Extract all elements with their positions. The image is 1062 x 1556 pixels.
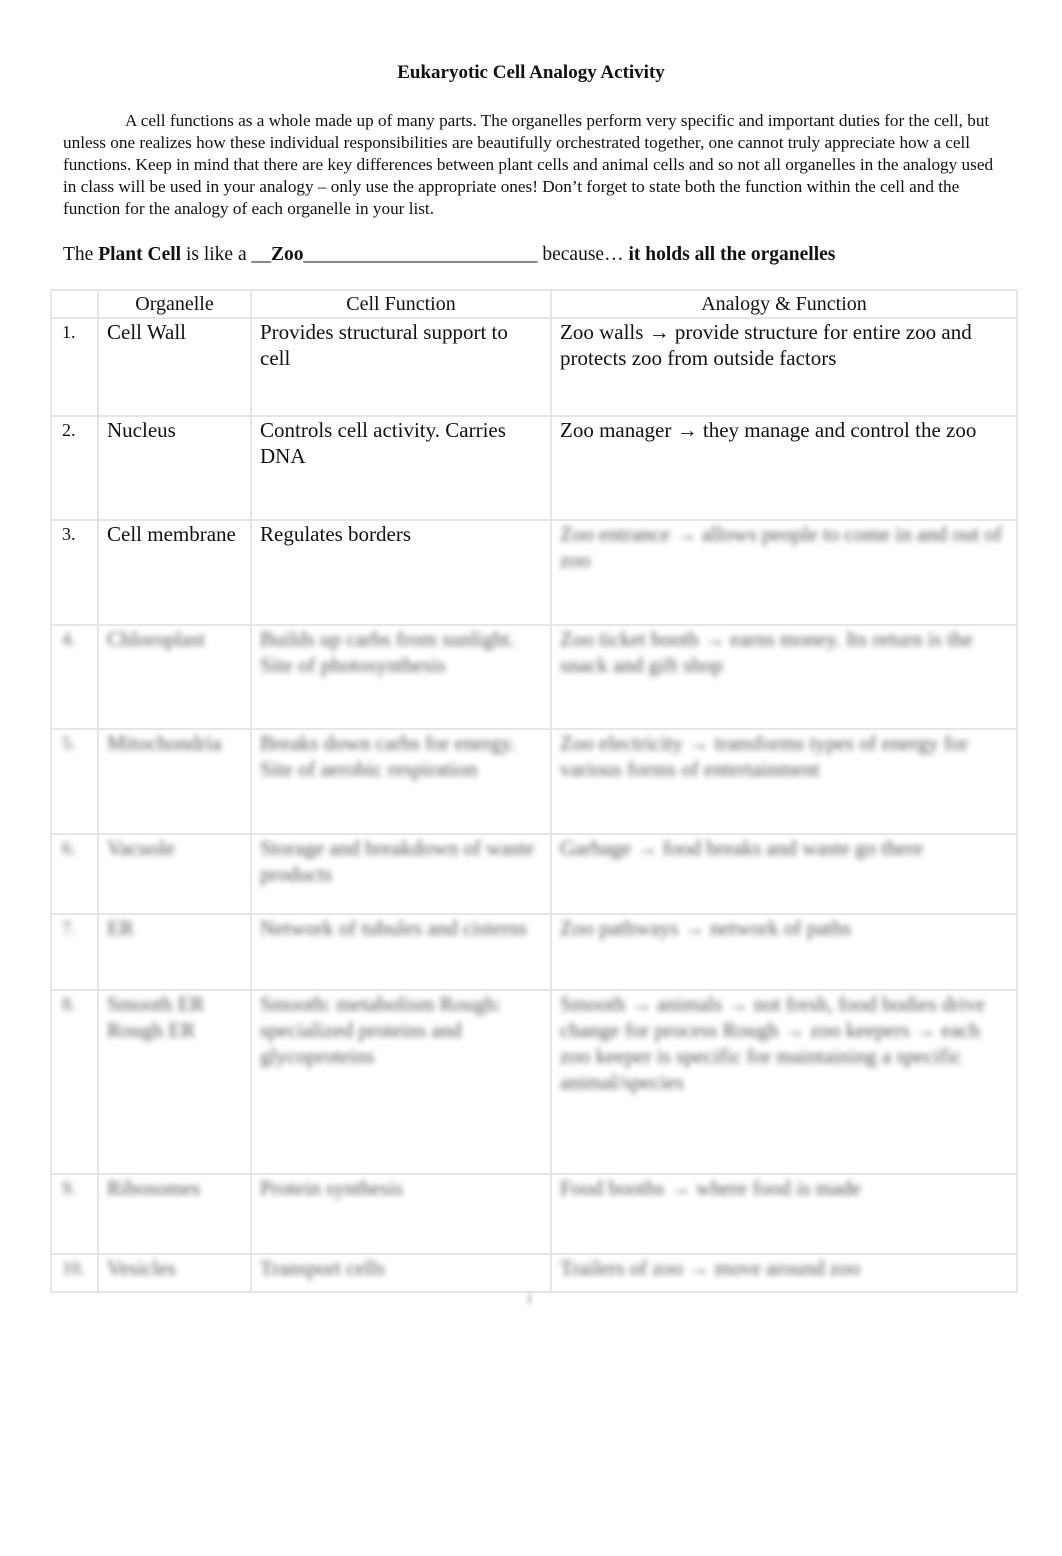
organelle-cell: Vacuole	[97, 833, 252, 915]
cell-function-cell: Network of tubules and cisterns	[250, 913, 552, 991]
row-number: 7.	[50, 913, 99, 991]
cell-function-cell: Storage and breakdown of waste products	[250, 833, 552, 915]
document-page: Eukaryotic Cell Analogy Activity A cell …	[0, 0, 1062, 1556]
analogy-cell: Trailers of zoo → move around zoo	[550, 1253, 1018, 1293]
header-number	[50, 289, 99, 319]
table-row: 8. Smooth ER Rough ER Smooth: metabolism R…	[50, 989, 1018, 1175]
organelle-cell: Mitochondria	[97, 728, 252, 835]
intro-paragraph: A cell functions as a whole made up of m…	[63, 111, 994, 218]
table-row: 1. Cell Wall Provides structural support t…	[50, 317, 1018, 417]
organelle-cell: Vesicles	[97, 1253, 252, 1293]
statement-reason: it holds all the organelles	[628, 244, 836, 265]
row-number: 10.	[50, 1253, 99, 1293]
cell-function-cell: Regulates borders	[250, 519, 552, 626]
cell-function-cell: Provides structural support to cell	[250, 317, 552, 417]
table-row: 2. Nucleus Controls cell activity. Carries…	[50, 415, 1018, 521]
analogy-statement: The Plant Cell is like a __Zoo__________…	[63, 244, 835, 266]
cell-function-cell: Controls cell activity. Carries DNA	[250, 415, 552, 521]
table-row: 5. Mitochondria Breaks down carbs for ener…	[50, 728, 1018, 835]
page-title: Eukaryotic Cell Analogy Activity	[397, 62, 665, 83]
header-cell-function: Cell Function	[250, 289, 552, 319]
row-number: 1.	[50, 317, 99, 417]
statement-middle: is like a __	[181, 244, 271, 265]
table-row: 9. Ribosomes Protein synthesis Food booths …	[50, 1173, 1018, 1255]
row-number: 8.	[50, 989, 99, 1175]
row-number: 6.	[50, 833, 99, 915]
cell-function-cell: Breaks down carbs for energy. Site of ae…	[250, 728, 552, 835]
analogy-cell: Smooth → animals → not fresh, food bodie…	[550, 989, 1018, 1175]
table-row: 6. Vacuole Storage and breakdown of waste …	[50, 833, 1018, 915]
table-row: 7. ER Network of tubules and cisterns Zoo p…	[50, 913, 1018, 991]
header-analogy: Analogy & Function	[550, 289, 1018, 319]
analogy-cell: Zoo ticket booth → earns money. Its retu…	[550, 624, 1018, 730]
organelle-cell: Ribosomes	[97, 1173, 252, 1255]
organelle-cell: Cell Wall	[97, 317, 252, 417]
organelle-cell: Smooth ER Rough ER	[97, 989, 252, 1175]
row-number: 9.	[50, 1173, 99, 1255]
row-number: 5.	[50, 728, 99, 835]
analogy-cell: Zoo electricity → transforms types of en…	[550, 728, 1018, 835]
organelle-cell: ER	[97, 913, 252, 991]
statement-because: because…	[537, 244, 629, 265]
table-row: 10. Vesicles Transport cells Trailers of zo…	[50, 1253, 1018, 1293]
row-number: 4.	[50, 624, 99, 730]
row-number: 2.	[50, 415, 99, 521]
header-organelle: Organelle	[97, 289, 252, 319]
organelle-table: Organelle Cell Function Analogy & Functi…	[50, 289, 1018, 1293]
cell-function-cell: Smooth: metabolism Rough: specialized pr…	[250, 989, 552, 1175]
row-number: 3.	[50, 519, 99, 626]
table-row: 3. Cell membrane Regulates borders Zoo entr…	[50, 519, 1018, 626]
analogy-cell: Zoo manager → they manage and control th…	[550, 415, 1018, 521]
cell-function-cell: Protein synthesis	[250, 1173, 552, 1255]
analogy-cell: Zoo walls → provide structure for entire…	[550, 317, 1018, 417]
analogy-cell: Zoo entrance → allows people to come in …	[550, 519, 1018, 626]
analogy-cell: Garbage → food breaks and waste go there	[550, 833, 1018, 915]
organelle-cell: Chloroplast	[97, 624, 252, 730]
organelle-cell: Cell membrane	[97, 519, 252, 626]
page-number: 1	[526, 1292, 533, 1307]
statement-prefix: The	[63, 244, 99, 265]
table-header-row: Organelle Cell Function Analogy & Functi…	[50, 289, 1018, 319]
cell-function-cell: Builds up carbs from sunlight. Site of p…	[250, 624, 552, 730]
table-row: 4. Chloroplast Builds up carbs from sunlig…	[50, 624, 1018, 730]
statement-subject: Plant Cell	[98, 244, 182, 265]
statement-blank: ________________________	[303, 244, 538, 265]
cell-function-cell: Transport cells	[250, 1253, 552, 1293]
analogy-cell: Food booths → where food is made	[550, 1173, 1018, 1255]
analogy-cell: Zoo pathways → network of paths	[550, 913, 1018, 991]
organelle-cell: Nucleus	[97, 415, 252, 521]
statement-answer: Zoo	[270, 244, 304, 265]
